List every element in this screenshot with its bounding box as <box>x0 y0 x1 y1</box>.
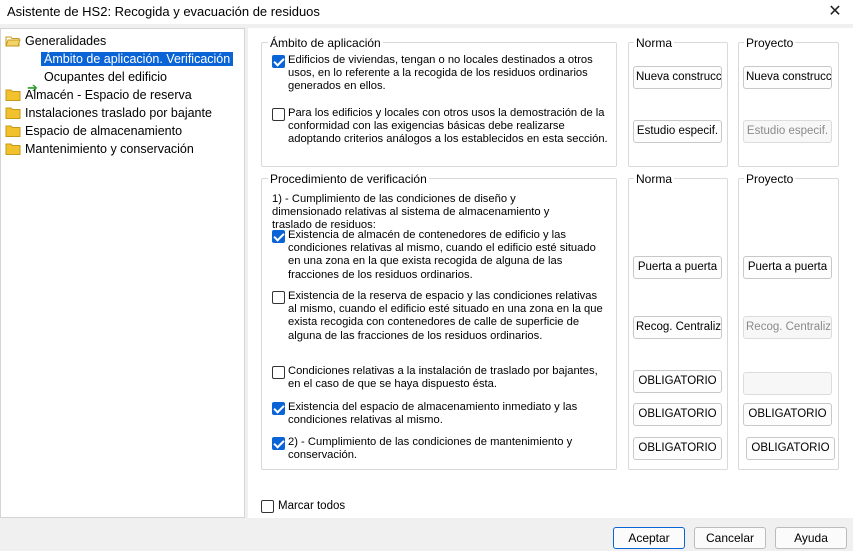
folder-icon <box>5 107 21 119</box>
proc-row-2-checkbox[interactable] <box>272 291 285 304</box>
ambito-row-2-checkbox[interactable] <box>272 108 285 121</box>
ambito-row-1-checkbox[interactable] <box>272 55 285 68</box>
folder-icon <box>5 143 21 155</box>
ambito-proyecto-title: Proyecto <box>744 36 796 50</box>
procedimiento-proyecto-title: Proyecto <box>744 172 796 186</box>
norma-recog-centraliz-button[interactable]: Recog. Centraliz. <box>633 316 722 339</box>
proc-row-4-text: Existencia del espacio de almacenamiento… <box>288 401 578 427</box>
accept-button[interactable]: Aceptar <box>613 527 685 549</box>
tree-item-label: Espacio de almacenamiento <box>25 124 183 138</box>
help-button[interactable]: Ayuda <box>775 527 847 549</box>
norma-nueva-construccion-button[interactable]: Nueva construcc <box>633 66 722 89</box>
norma-puerta-a-puerta-button[interactable]: Puerta a puerta <box>633 256 722 279</box>
marcar-todos-checkbox[interactable] <box>261 500 274 513</box>
procedimiento-intro: 1) - Cumplimiento de las condiciones de … <box>272 193 550 232</box>
proyecto-bajantes-button <box>743 372 832 395</box>
tree-item-label: Mantenimiento y conservación <box>25 142 194 156</box>
ambito-norma-title: Norma <box>634 36 675 50</box>
norma-obligatorio-bajantes-button[interactable]: OBLIGATORIO <box>633 370 722 393</box>
folder-icon <box>5 89 21 101</box>
tree-item-ambito[interactable]: Ámbito de aplicación. Verificación <box>41 50 234 68</box>
proyecto-nueva-construccion-button[interactable]: Nueva construcc <box>743 66 832 89</box>
norma-obligatorio-mantenimiento-button[interactable]: OBLIGATORIO <box>633 437 722 460</box>
proyecto-obligatorio-almacenamiento-button[interactable]: OBLIGATORIO <box>743 403 832 426</box>
ambito-norma-group <box>628 42 728 167</box>
norma-estudio-especif-button[interactable]: Estudio especif. <box>633 120 722 143</box>
window-title: Asistente de HS2: Recogida y evacuación … <box>7 4 320 19</box>
tree-item-label: Ámbito de aplicación. Verificación <box>41 52 234 66</box>
tree-item-label: Instalaciones traslado por bajante <box>25 106 212 120</box>
norma-obligatorio-almacenamiento-button[interactable]: OBLIGATORIO <box>633 403 722 426</box>
proc-row-1-text: Existencia de almacén de contenedores de… <box>288 229 596 281</box>
proc-row-3-checkbox[interactable] <box>272 366 285 379</box>
proc-row-3-text: Condiciones relativas a la instalación d… <box>288 365 598 391</box>
folder-icon <box>5 125 21 137</box>
ambito-title: Ámbito de aplicación <box>268 36 383 50</box>
tree-item-label: Almacén - Espacio de reserva <box>25 88 192 102</box>
close-icon[interactable]: ✕ <box>817 0 853 24</box>
ambito-row-2-text: Para los edificios y locales con otros u… <box>288 107 608 146</box>
proc-row-5-checkbox[interactable] <box>272 437 285 450</box>
tree-item-label: Generalidades <box>25 34 107 48</box>
navigation-tree: Generalidades ➔ Ámbito de aplicación. Ve… <box>0 28 245 518</box>
ambito-proyecto-group <box>738 42 839 167</box>
procedimiento-title: Procedimiento de verificación <box>268 172 429 186</box>
proc-row-5-text: 2) - Cumplimiento de las condiciones de … <box>288 436 573 462</box>
proc-row-4-checkbox[interactable] <box>272 402 285 415</box>
proc-row-2-text: Existencia de la reserva de espacio y la… <box>288 290 603 342</box>
cancel-button[interactable]: Cancelar <box>694 527 766 549</box>
proyecto-obligatorio-mantenimiento-button[interactable]: OBLIGATORIO <box>746 437 835 460</box>
proyecto-recog-centraliz-button: Recog. Centraliz. <box>743 316 832 339</box>
ambito-row-1-text: Edificios de viviendas, tengan o no loca… <box>288 54 593 93</box>
tree-item-label: Ocupantes del edificio <box>44 70 167 84</box>
folder-open-icon <box>5 35 21 47</box>
proc-row-1-checkbox[interactable] <box>272 230 285 243</box>
procedimiento-norma-title: Norma <box>634 172 675 186</box>
title-bar: Asistente de HS2: Recogida y evacuación … <box>0 0 853 24</box>
proyecto-estudio-especif-button: Estudio especif. <box>743 120 832 143</box>
proyecto-puerta-a-puerta-button[interactable]: Puerta a puerta <box>743 256 832 279</box>
marcar-todos-label: Marcar todos <box>278 500 346 512</box>
tree-item-ocupantes[interactable]: Ocupantes del edificio <box>44 68 167 86</box>
